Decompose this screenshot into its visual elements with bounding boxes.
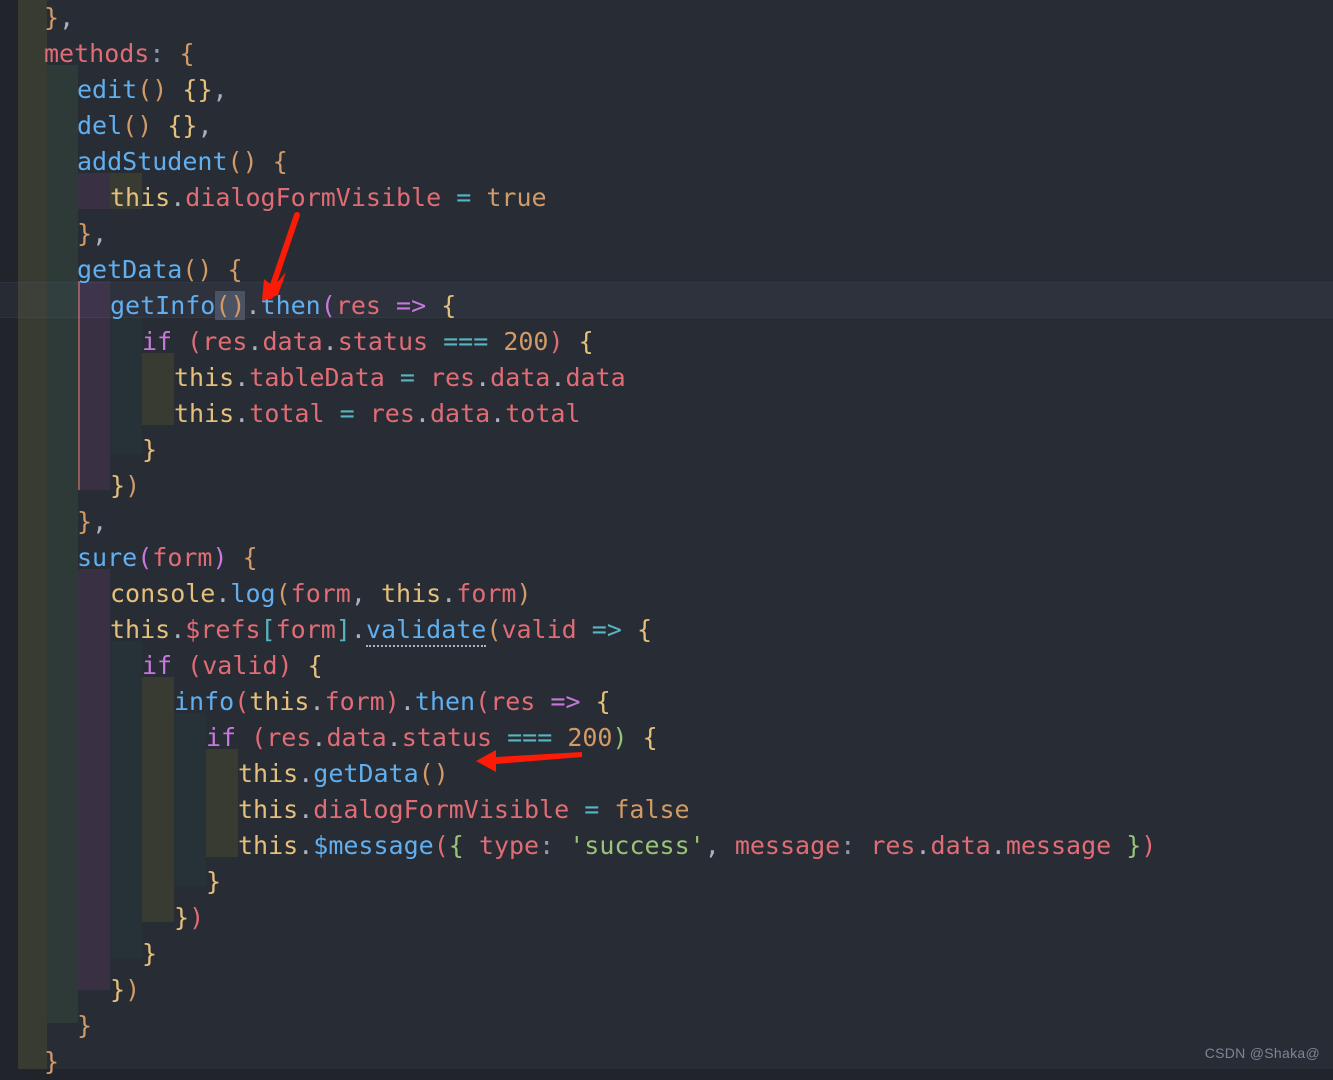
code-line[interactable]: this.$message({ type: 'success', message… — [0, 828, 1333, 864]
code-line[interactable]: } — [0, 864, 1333, 900]
code-line[interactable]: this.$refs[form].validate(valid => { — [0, 612, 1333, 648]
code-line[interactable]: getData() { — [0, 252, 1333, 288]
code-line[interactable]: }) — [0, 900, 1333, 936]
code-line[interactable]: }, — [0, 504, 1333, 540]
code-line[interactable]: if (res.data.status === 200) { — [0, 324, 1333, 360]
code-line[interactable]: addStudent() { — [0, 144, 1333, 180]
code-line[interactable]: getInfo().then(res => { — [0, 288, 1333, 324]
code-line[interactable]: }, — [0, 0, 1333, 36]
code-line[interactable]: } — [0, 432, 1333, 468]
code-line[interactable]: if (res.data.status === 200) { — [0, 720, 1333, 756]
code-line[interactable]: console.log(form, this.form) — [0, 576, 1333, 612]
code-line[interactable]: } — [0, 1008, 1333, 1044]
code-line[interactable]: this.tableData = res.data.data — [0, 360, 1333, 396]
code-line[interactable]: }) — [0, 972, 1333, 1008]
code-line[interactable]: sure(form) { — [0, 540, 1333, 576]
code-line[interactable]: }) — [0, 468, 1333, 504]
code-line[interactable]: del() {}, — [0, 108, 1333, 144]
code-line[interactable]: this.total = res.data.total — [0, 396, 1333, 432]
code-line[interactable]: } — [0, 1044, 1333, 1080]
code-line[interactable]: }, — [0, 216, 1333, 252]
code-line[interactable]: this.dialogFormVisible = false — [0, 792, 1333, 828]
code-line[interactable]: this.getData() — [0, 756, 1333, 792]
code-editor[interactable]: }, methods: {edit() {}, del() {}, addStuden… — [0, 0, 1333, 1076]
code-line[interactable]: methods: { — [0, 36, 1333, 72]
code-content[interactable]: }, methods: {edit() {}, del() {}, addStuden… — [0, 0, 1333, 1080]
code-line[interactable]: } — [0, 936, 1333, 972]
code-line[interactable]: if (valid) { — [0, 648, 1333, 684]
watermark-csdn: CSDN @Shaka@ — [1204, 1045, 1320, 1061]
code-line[interactable]: edit() {}, — [0, 72, 1333, 108]
code-line[interactable]: info(this.form).then(res => { — [0, 684, 1333, 720]
code-line[interactable]: this.dialogFormVisible = true — [0, 180, 1333, 216]
